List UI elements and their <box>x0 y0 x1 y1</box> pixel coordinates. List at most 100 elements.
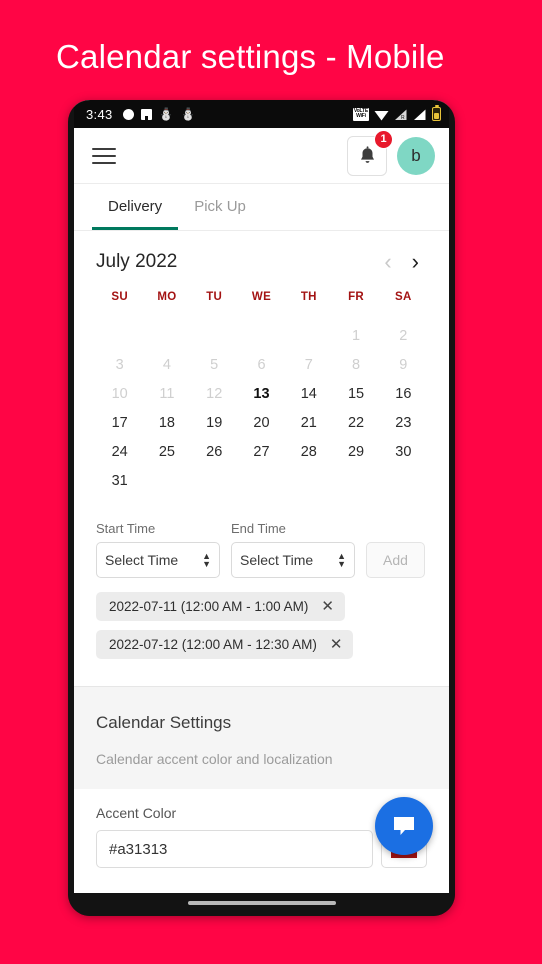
calendar-day-5: 5 <box>210 357 219 373</box>
circle-notification-icon <box>122 108 134 120</box>
calendar-weekday-tu: TU <box>206 291 223 303</box>
time-slot-list: 2022-07-11 (12:00 AM - 1:00 AM) ✕ 2022-07-… <box>74 578 449 686</box>
calendar-weekday-su: SU <box>111 291 128 303</box>
time-slot-chip: 2022-07-12 (12:00 AM - 12:30 AM) ✕ <box>96 630 354 659</box>
app-bar: 1 b <box>74 128 449 184</box>
close-icon[interactable]: ✕ <box>330 637 343 652</box>
accent-color-input[interactable]: #a31313 <box>96 830 373 868</box>
calendar-day-14[interactable]: 14 <box>285 386 332 402</box>
calendar-day-25[interactable]: 25 <box>143 444 190 460</box>
status-bar-notification-icons: ⛄ ⛄ <box>122 107 196 121</box>
accent-color-value: #a31313 <box>109 840 168 858</box>
calendar-weekday-we: WE <box>251 291 272 303</box>
calendar-day-15[interactable]: 15 <box>332 386 379 402</box>
calendar-weekday-fr: FR <box>348 291 365 303</box>
chevron-left-icon[interactable]: ‹ <box>384 251 391 273</box>
chevron-right-icon[interactable]: › <box>412 251 419 273</box>
calendar-weekday-mo: MO <box>157 291 177 303</box>
avatar[interactable]: b <box>397 136 435 175</box>
calendar-day-22[interactable]: 22 <box>332 415 379 431</box>
calendar-weekday-th: TH <box>300 291 317 303</box>
settings-subtitle: Calendar accent color and localization <box>96 751 333 767</box>
calendar-day-24[interactable]: 24 <box>96 444 143 460</box>
calendar-day-21[interactable]: 21 <box>285 415 332 431</box>
calendar-day-4: 4 <box>162 357 171 373</box>
calendar-header: July 2022 ‹ › <box>96 251 427 273</box>
calendar-day-7: 7 <box>304 357 313 373</box>
start-time-value: Select Time <box>105 552 179 568</box>
add-time-slot-button[interactable]: Add <box>366 542 425 578</box>
battery-icon <box>432 105 441 121</box>
calendar-day-16[interactable]: 16 <box>380 386 427 402</box>
calendar-day-13[interactable]: 13 <box>238 386 285 402</box>
end-time-select[interactable]: Select Time ▲ ▼ <box>231 542 355 578</box>
calendar-day-blank <box>238 328 285 344</box>
calendar-day-8: 8 <box>352 357 361 373</box>
end-time-label: End Time <box>231 521 286 536</box>
chat-bubble-icon <box>394 817 414 835</box>
calendar-day-26[interactable]: 26 <box>191 444 238 460</box>
home-indicator[interactable] <box>187 901 336 905</box>
vowifi-icon: VoLTE WiFi <box>352 107 369 121</box>
calendar-day-29[interactable]: 29 <box>332 444 379 460</box>
calendar-widget: July 2022 ‹ › SU MO TU WE TH FR SA 1 2 3 4 5 6 7 8 9 10 1… <box>74 231 449 499</box>
calendar-grid: SU MO TU WE TH FR SA 1 2 3 4 5 6 7 8 9 10 11 12 13 14 15 16 17 1… <box>96 291 427 489</box>
calendar-day-3: 3 <box>115 357 124 373</box>
gmail-icon: ⛄ <box>158 107 174 121</box>
svg-text:R: R <box>401 115 405 121</box>
gmail-icon: ⛄ <box>180 107 196 121</box>
calendar-day-17[interactable]: 17 <box>96 415 143 431</box>
hamburger-menu-icon[interactable] <box>92 143 116 169</box>
calendar-day-27[interactable]: 27 <box>238 444 285 460</box>
calendar-day-12: 12 <box>206 386 223 402</box>
hamburger-line <box>92 154 116 157</box>
hamburger-line <box>92 147 116 150</box>
calendar-day-30[interactable]: 30 <box>380 444 427 460</box>
calendar-day-18[interactable]: 18 <box>143 415 190 431</box>
close-icon[interactable]: ✕ <box>321 599 334 614</box>
time-slot-text: 2022-07-12 (12:00 AM - 12:30 AM) <box>109 637 317 652</box>
calendar-nav: ‹ › <box>384 251 427 273</box>
calendar-day-23[interactable]: 23 <box>380 415 427 431</box>
notification-button[interactable]: 1 <box>347 129 393 176</box>
calendar-month-label: July 2022 <box>96 251 178 272</box>
start-time-label: Start Time <box>96 521 156 536</box>
app-notification-icon <box>140 108 152 120</box>
calendar-day-10: 10 <box>111 386 128 402</box>
chevron-updown-icon: ▲ ▼ <box>202 551 211 569</box>
calendar-day-20[interactable]: 20 <box>238 415 285 431</box>
page-title: Calendar settings - Mobile <box>56 38 445 75</box>
calendar-day-28[interactable]: 28 <box>285 444 332 460</box>
start-time-group: Start Time Select Time ▲ ▼ <box>96 521 220 578</box>
time-slot-text: 2022-07-11 (12:00 AM - 1:00 AM) <box>109 599 309 614</box>
calendar-day-2: 2 <box>399 328 408 344</box>
end-time-value: Select Time <box>240 552 314 568</box>
calendar-day-31[interactable]: 31 <box>96 473 143 489</box>
signal-icon <box>414 109 426 120</box>
calendar-day-19[interactable]: 19 <box>191 415 238 431</box>
tab-pick-up[interactable]: Pick Up <box>178 184 262 230</box>
navigation-bar <box>68 893 455 916</box>
tab-bar: Delivery Pick Up <box>74 184 449 231</box>
calendar-day-1: 1 <box>352 328 361 344</box>
calendar-day-blank <box>191 328 238 344</box>
calendar-settings-section: Calendar Settings Calendar accent color … <box>74 687 449 789</box>
tab-delivery[interactable]: Delivery <box>92 184 179 230</box>
notification-badge: 1 <box>374 129 393 149</box>
status-bar-system-icons: VoLTE WiFi R <box>352 105 441 121</box>
calendar-day-blank <box>143 328 190 344</box>
status-bar-clock: 3:43 <box>86 106 113 122</box>
hamburger-line <box>92 161 116 164</box>
vowifi-line2: WiFi <box>356 113 366 119</box>
chevron-updown-icon: ▲ ▼ <box>337 551 346 569</box>
wifi-icon <box>374 110 389 120</box>
chat-fab-button[interactable] <box>375 797 433 855</box>
calendar-day-9: 9 <box>399 357 408 373</box>
notification-bell-icon <box>360 145 374 163</box>
settings-title: Calendar Settings <box>96 713 232 732</box>
calendar-weekday-sa: SA <box>395 291 412 303</box>
phone-screen: 3:43 ⛄ ⛄ VoLTE WiFi R 1 b Delivery Pick … <box>74 100 449 893</box>
calendar-day-blank <box>285 328 332 344</box>
start-time-select[interactable]: Select Time ▲ ▼ <box>96 542 220 578</box>
android-status-bar: 3:43 ⛄ ⛄ VoLTE WiFi R <box>74 100 449 128</box>
